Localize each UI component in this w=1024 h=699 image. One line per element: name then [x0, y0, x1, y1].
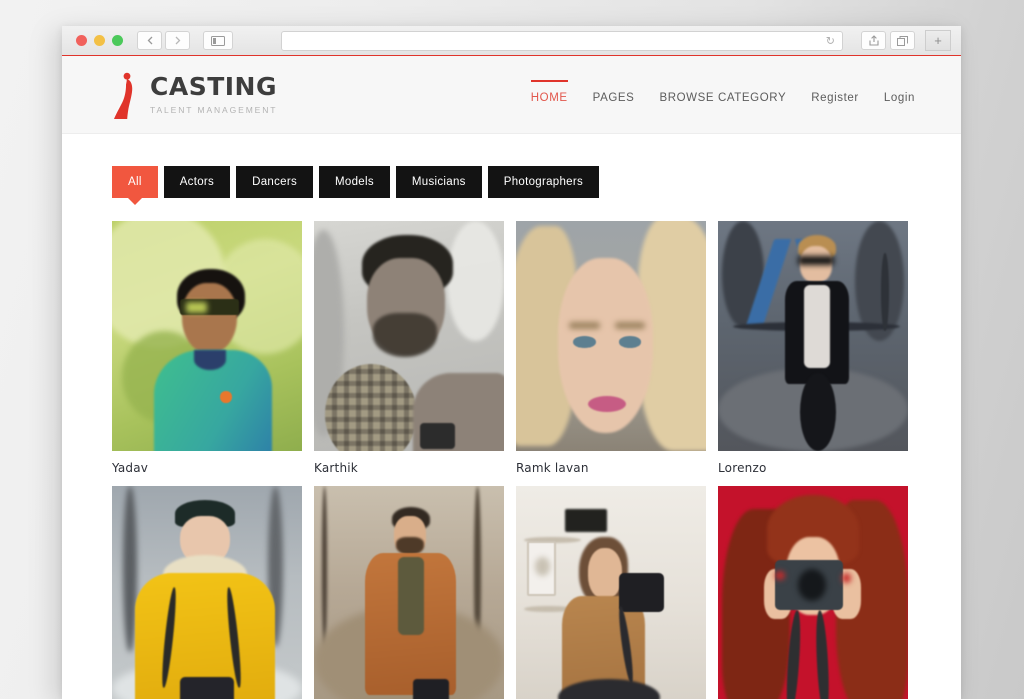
talent-card[interactable]: Karthik: [314, 221, 504, 475]
talent-grid: Yadav Karthik Ramk lavan Lorenzo: [62, 198, 961, 699]
talent-name: Lorenzo: [718, 461, 767, 475]
show-tabs-icon: [897, 35, 908, 46]
logo-subtitle: TALENT MANAGEMENT: [150, 104, 278, 115]
talent-card[interactable]: [314, 486, 504, 699]
man-brown-jacket-woods-image: [314, 486, 504, 699]
filter-tab-all[interactable]: All: [112, 166, 158, 198]
talent-card[interactable]: [112, 486, 302, 699]
page-viewport: CASTING TALENT MANAGEMENT HOME PAGES BRO…: [62, 56, 961, 699]
logo-title: CASTING: [150, 71, 277, 101]
man-black-jacket-bridge-image: [718, 221, 908, 451]
browser-toolbar: ↻ +: [62, 26, 961, 58]
reload-icon[interactable]: ↻: [826, 34, 835, 47]
new-tab-button[interactable]: +: [925, 30, 951, 51]
chevron-right-icon: [175, 36, 180, 45]
talent-card[interactable]: Yadav: [112, 221, 302, 475]
share-button[interactable]: [861, 31, 886, 50]
man-sunglasses-green-shirt-foliage-image: [112, 221, 302, 451]
talent-photo[interactable]: [718, 486, 908, 699]
talent-name: Karthik: [314, 461, 358, 475]
nav-item-pages[interactable]: PAGES: [593, 86, 635, 104]
filter-tab-models[interactable]: Models: [319, 166, 390, 198]
window-controls: [76, 35, 123, 46]
nav-item-login[interactable]: Login: [884, 86, 915, 104]
forward-button[interactable]: [165, 31, 190, 50]
browser-window: ↻ + CASTING TALENT MANAGEMENT HOME PAGES…: [62, 26, 961, 699]
talent-photo[interactable]: [516, 486, 706, 699]
logo-text: CASTING TALENT MANAGEMENT: [150, 70, 277, 115]
talent-card[interactable]: [516, 486, 706, 699]
site-header: CASTING TALENT MANAGEMENT HOME PAGES BRO…: [62, 56, 961, 134]
nav-item-browse-category[interactable]: BROWSE CATEGORY: [659, 86, 786, 104]
share-icon: [868, 35, 879, 46]
new-tab-label: +: [934, 33, 942, 48]
filter-tab-dancers[interactable]: Dancers: [236, 166, 314, 198]
maximize-window-button[interactable]: [112, 35, 123, 46]
photographer-yellow-jacket-snow-image: [112, 486, 302, 699]
site-logo[interactable]: CASTING TALENT MANAGEMENT: [110, 70, 277, 120]
sidebar-toggle-button[interactable]: [203, 31, 233, 50]
nav-item-register[interactable]: Register: [811, 86, 859, 104]
talent-card[interactable]: [718, 486, 908, 699]
talent-card[interactable]: Ramk lavan: [516, 221, 706, 475]
toolbar-right-controls: +: [861, 30, 951, 51]
main-navigation: HOME PAGES BROWSE CATEGORY Register Logi…: [530, 79, 915, 104]
sidebar-toggle-icon: [211, 35, 225, 46]
back-button[interactable]: [137, 31, 162, 50]
talent-photo[interactable]: [112, 486, 302, 699]
minimize-window-button[interactable]: [94, 35, 105, 46]
redhead-with-camera-red-background-image: [718, 486, 908, 699]
talent-card[interactable]: Lorenzo: [718, 221, 908, 475]
talent-name: Ramk lavan: [516, 461, 589, 475]
nav-item-home[interactable]: HOME: [530, 79, 568, 104]
man-selfie-in-car-plaid-shirt-image: [314, 221, 504, 451]
filter-tab-actors[interactable]: Actors: [163, 166, 231, 198]
chevron-left-icon: [147, 36, 152, 45]
woman-with-camera-indoors-image: [516, 486, 706, 699]
talent-photo[interactable]: [516, 221, 706, 451]
talent-photo[interactable]: [112, 221, 302, 451]
close-window-button[interactable]: [76, 35, 87, 46]
filter-tab-photographers[interactable]: Photographers: [487, 166, 600, 198]
navigation-buttons: [137, 31, 233, 50]
category-filter-tabs: All Actors Dancers Models Musicians Phot…: [62, 134, 961, 198]
red-dress-figure-icon: [114, 72, 133, 119]
filter-tab-musicians[interactable]: Musicians: [395, 166, 482, 198]
talent-photo[interactable]: [314, 221, 504, 451]
address-bar[interactable]: ↻: [281, 30, 843, 51]
talent-name: Yadav: [112, 461, 149, 475]
blonde-woman-portrait-image: [516, 221, 706, 451]
talent-photo[interactable]: [314, 486, 504, 699]
show-tabs-button[interactable]: [890, 31, 915, 50]
talent-photo[interactable]: [718, 221, 908, 451]
